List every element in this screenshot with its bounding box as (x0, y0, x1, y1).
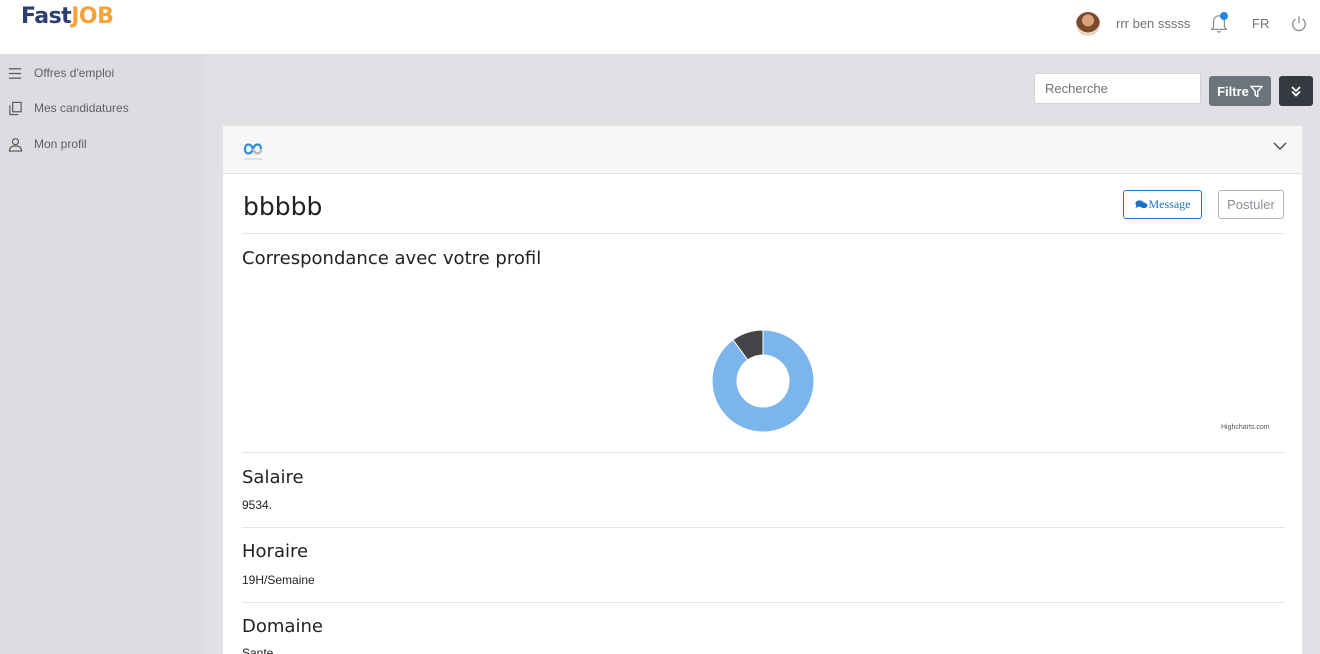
divider (242, 452, 1285, 453)
user-icon (8, 137, 23, 152)
search-input[interactable] (1034, 73, 1201, 104)
sidebar-item-profile[interactable]: Mon profil (8, 134, 87, 154)
avatar[interactable] (1076, 12, 1100, 36)
double-chevron-down-icon (1291, 86, 1301, 97)
user-name[interactable]: rrr ben sssss (1116, 16, 1190, 31)
notification-badge (1220, 12, 1228, 20)
divider (242, 527, 1285, 528)
power-icon[interactable] (1290, 15, 1308, 33)
fastjob-logo[interactable]: FastJOB (21, 4, 114, 29)
company-logo-icon (243, 143, 263, 160)
hours-value: 19H/Semaine (242, 573, 315, 587)
sidebar-item-job-offers[interactable]: Offres d'emploi (8, 63, 114, 83)
sidebar: Offres d'emploi Mes candidatures Mon pro… (0, 54, 205, 654)
sidebar-item-label: Mon profil (34, 137, 87, 151)
top-bar: FastJOB rrr ben sssss FR (0, 0, 1320, 54)
logo-part-job: JOB (71, 4, 114, 29)
filter-button[interactable]: Filtre (1209, 76, 1271, 106)
documents-icon (9, 101, 22, 115)
domain-title: Domaine (242, 616, 323, 637)
divider (242, 602, 1285, 603)
salary-value: 9534. (242, 498, 273, 512)
hours-title: Horaire (242, 541, 309, 562)
apply-label: Postuler (1227, 197, 1275, 212)
salary-title: Salaire (242, 467, 304, 488)
divider (242, 233, 1285, 234)
chevron-down-icon[interactable] (1272, 138, 1288, 154)
sidebar-item-applications[interactable]: Mes candidatures (8, 98, 129, 118)
sidebar-item-label: Offres d'emploi (34, 66, 115, 80)
chat-bubbles-icon (1134, 200, 1148, 209)
job-title: bbbbb (243, 192, 323, 221)
apply-button[interactable]: Postuler (1218, 190, 1284, 219)
domain-value: Sante (242, 646, 274, 654)
collapse-all-button[interactable] (1279, 76, 1313, 106)
profile-match-donut-chart (711, 329, 815, 433)
funnel-icon (1250, 85, 1263, 97)
card-header[interactable] (223, 126, 1302, 174)
sidebar-item-label: Mes candidatures (34, 101, 129, 115)
job-offer-card: bbbbb Message Postuler Correspondance av… (222, 125, 1303, 654)
chart-credits[interactable]: Highcharts.com (1221, 424, 1270, 431)
language-switch[interactable]: FR (1252, 16, 1269, 31)
filter-label: Filtre (1217, 83, 1249, 99)
message-label: Message (1148, 197, 1191, 211)
menu-icon (8, 67, 22, 79)
message-button[interactable]: Message (1123, 190, 1202, 219)
match-section-title: Correspondance avec votre profil (242, 248, 542, 269)
logo-part-fast: Fast (21, 4, 72, 29)
